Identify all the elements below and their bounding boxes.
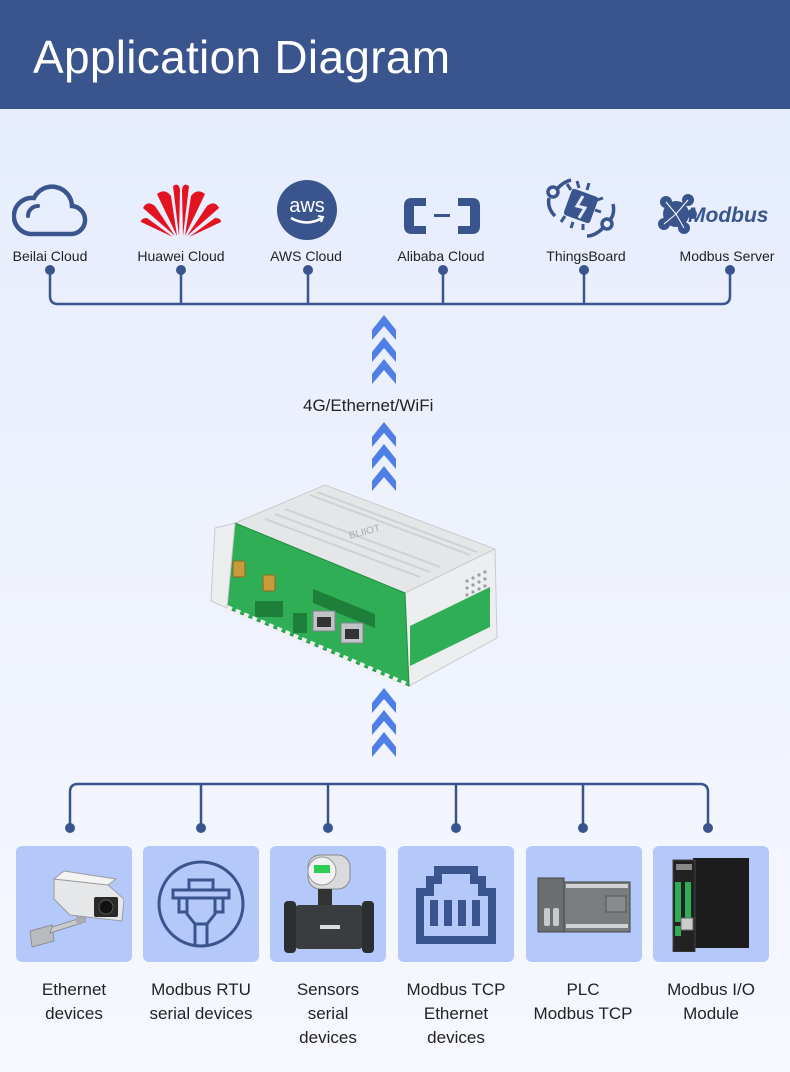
cloud-label-alibaba: Alibaba Cloud <box>397 248 485 264</box>
iot-gateway-image: BLIIOT <box>205 483 505 693</box>
device-label-sensors: Sensors serial devices <box>296 980 360 1047</box>
device-label-io-module: Modbus I/O Module <box>667 980 755 1023</box>
cloud-label-aws: AWS Cloud <box>270 248 342 264</box>
device-tile-ethernet <box>16 846 132 962</box>
io-module-icon <box>672 858 749 952</box>
cloud-label-modbus: Modbus Server <box>679 248 775 264</box>
ethernet-port-icon <box>416 866 496 944</box>
device-bus-dots <box>65 823 713 833</box>
device-label-plc: PLC Modbus TCP <box>533 980 633 1023</box>
device-tile-modbus-tcp <box>398 846 514 962</box>
device-tile-plc <box>526 846 642 962</box>
device-bus-line <box>68 782 710 826</box>
device-tile-sensors <box>270 846 386 962</box>
arrow-up-icon-group-bottom <box>372 688 396 757</box>
serial-connector-icon <box>157 860 245 948</box>
cloud-label-beilai: Beilai Cloud <box>12 248 88 264</box>
cloud-label-huawei: Huawei Cloud <box>137 248 225 264</box>
flow-meter-sensor-icon <box>284 854 374 953</box>
plc-icon <box>537 877 631 933</box>
cloud-bus-line <box>48 272 732 306</box>
device-label-ethernet: Ethernet devices <box>41 980 107 1023</box>
device-tile-modbus-rtu <box>143 846 259 962</box>
connection-type-label: 4G/Ethernet/WiFi <box>303 396 434 415</box>
device-label-modbus-tcp: Modbus TCP Ethernet devices <box>406 980 506 1047</box>
arrow-up-icon-group-middle <box>372 422 396 491</box>
aws-logo-icon: aws <box>276 179 338 246</box>
thingsboard-logo-icon <box>543 176 625 247</box>
alibaba-cloud-logo-icon <box>402 194 482 243</box>
device-tile-io-module <box>653 846 769 962</box>
device-label-modbus-rtu: Modbus RTU serial devices <box>149 980 253 1023</box>
cloud-outline-icon <box>11 180 88 245</box>
arrow-up-icon-group-top <box>372 315 396 384</box>
svg-text:aws: aws <box>289 195 325 217</box>
cloud-label-thingsboard: ThingsBoard <box>546 248 626 264</box>
svg-text:Modbus: Modbus <box>688 204 768 227</box>
modbus-logo-icon: Modbus <box>658 192 782 243</box>
cloud-bus-dots <box>45 265 735 275</box>
huawei-logo-icon <box>139 180 223 243</box>
ip-camera-icon <box>29 870 124 948</box>
